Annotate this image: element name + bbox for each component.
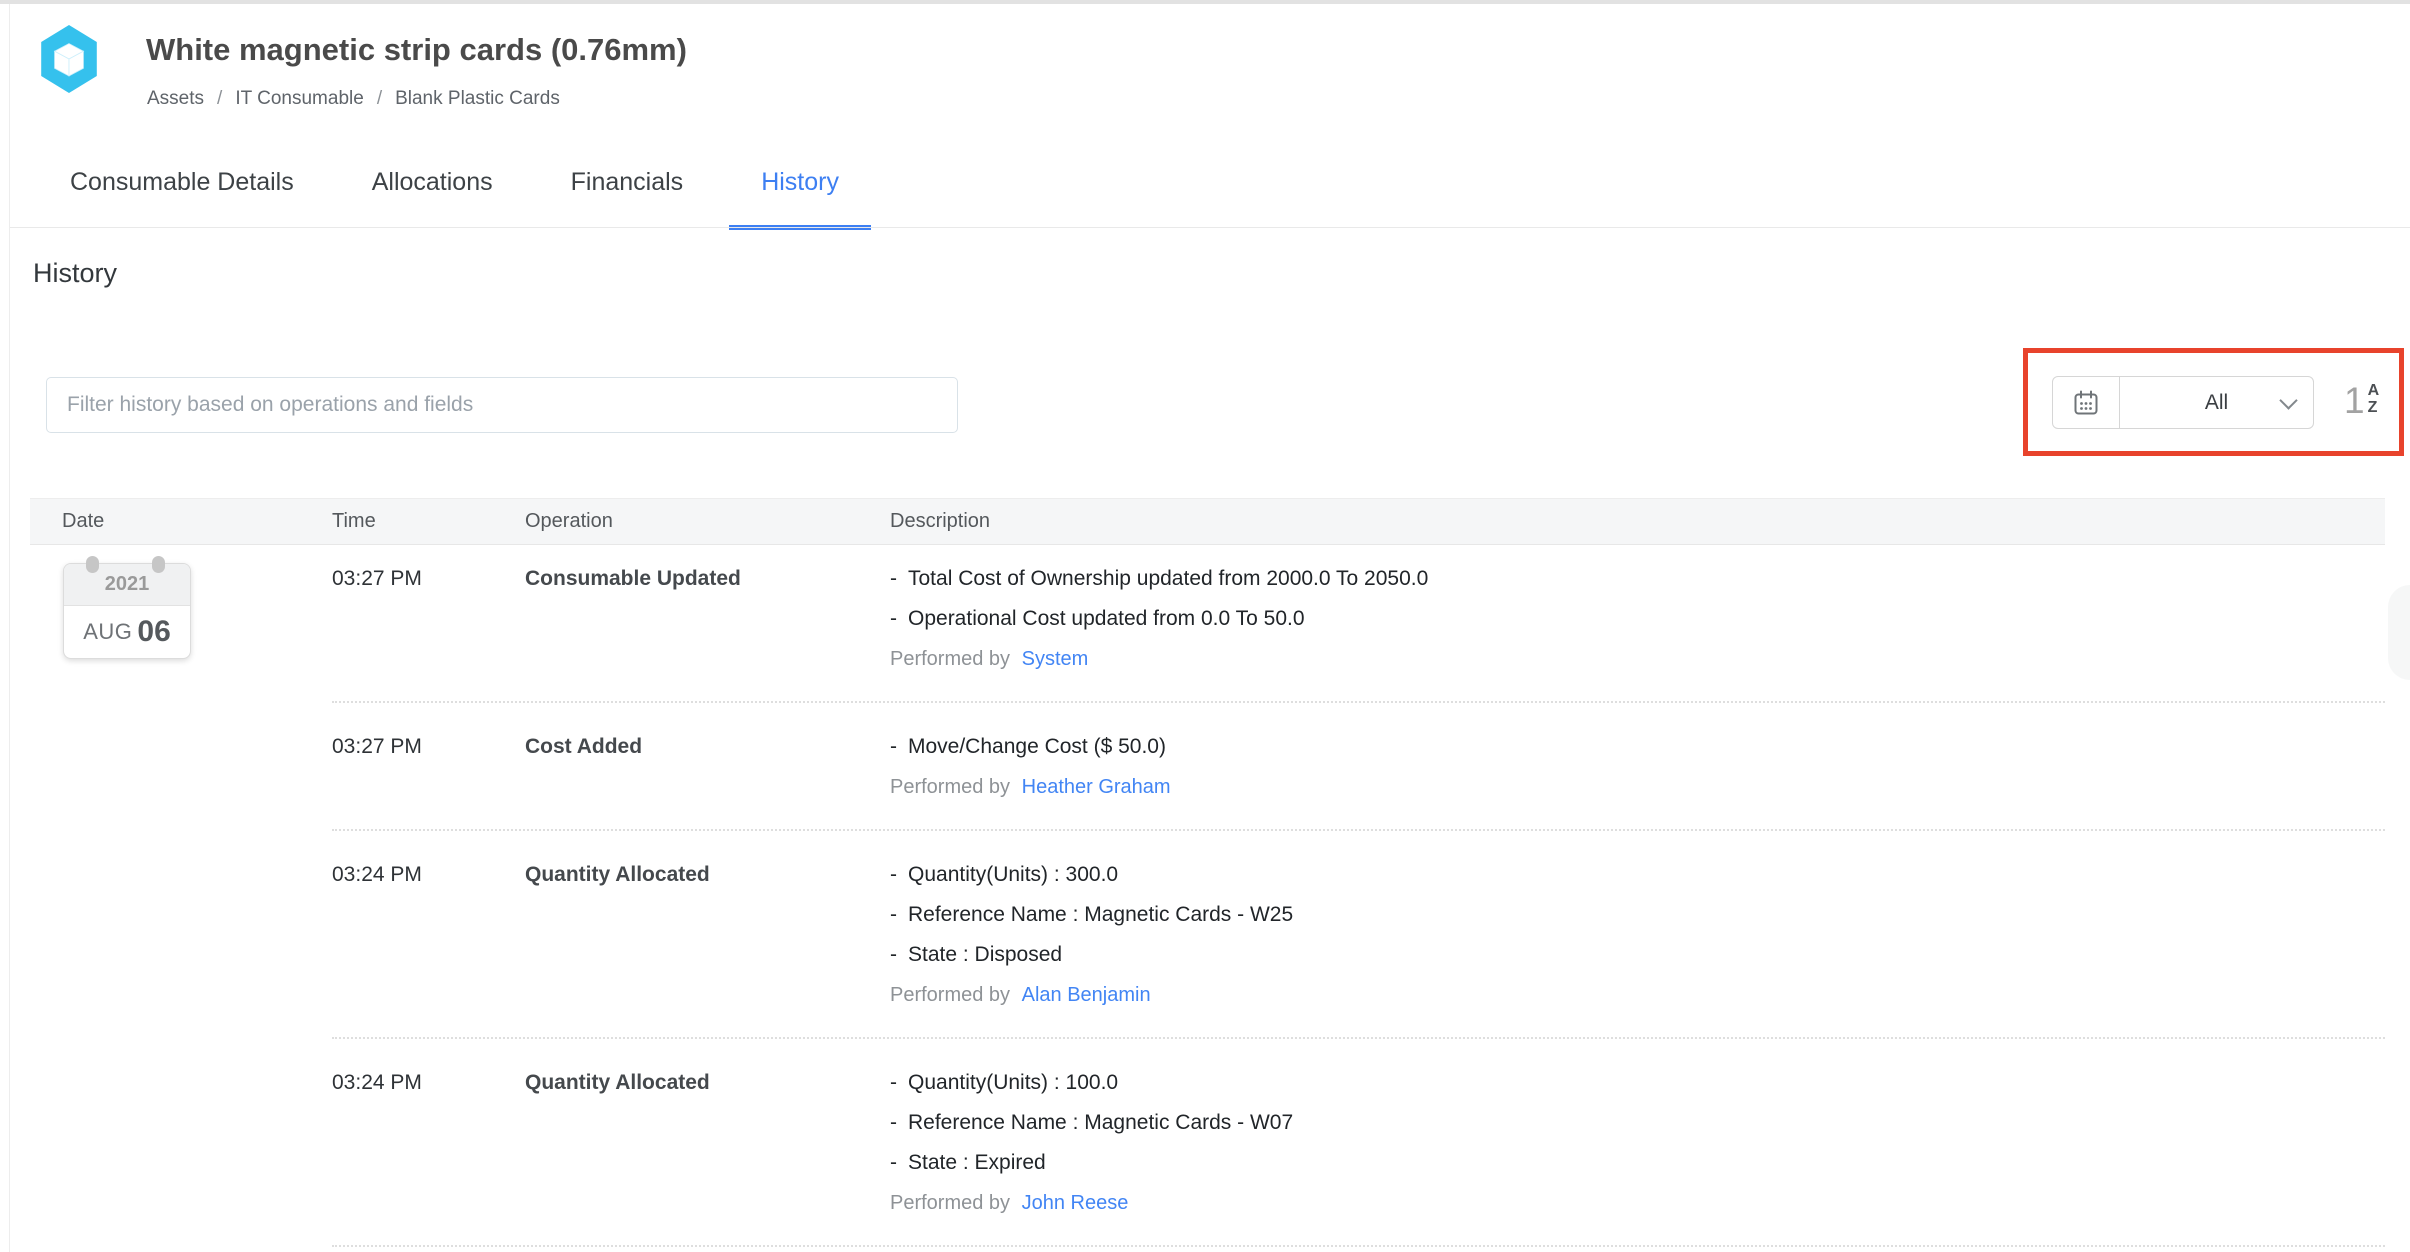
scroll-edge-hint bbox=[2388, 585, 2410, 680]
detail-line: - Move/Change Cost ($ 50.0) bbox=[890, 727, 2385, 767]
row-operation: Quantity Allocated bbox=[525, 855, 890, 1015]
row-operation: Cost Added bbox=[525, 727, 890, 807]
date-range-control: All bbox=[2052, 376, 2314, 429]
sort-az-icon: A Z bbox=[2368, 382, 2380, 416]
history-row: 03:24 PM Quantity Allocated - Quantity(U… bbox=[332, 831, 2385, 1039]
tab-financials[interactable]: Financials bbox=[571, 168, 684, 230]
performed-by-link[interactable]: John Reese bbox=[1022, 1192, 1129, 1214]
bullet: - bbox=[890, 559, 897, 599]
bullet: - bbox=[890, 727, 897, 767]
performed-by-link[interactable]: System bbox=[1022, 648, 1089, 670]
date-card-month-day: AUG 06 bbox=[64, 606, 190, 657]
calendar-button[interactable] bbox=[2053, 377, 2120, 428]
consumable-cube-icon bbox=[38, 24, 100, 94]
bullet: - bbox=[890, 855, 897, 895]
row-operation: Quantity Allocated bbox=[525, 1063, 890, 1223]
bullet: - bbox=[890, 1103, 897, 1143]
breadcrumb-item-it-consumable[interactable]: IT Consumable bbox=[235, 88, 364, 110]
date-card-day: 06 bbox=[137, 615, 170, 649]
breadcrumb-item-blank-plastic-cards[interactable]: Blank Plastic Cards bbox=[395, 88, 560, 110]
column-header-time: Time bbox=[332, 510, 525, 533]
performed-by-link[interactable]: Heather Graham bbox=[1022, 776, 1171, 798]
breadcrumb-separator: / bbox=[377, 88, 382, 110]
calendar-icon bbox=[2072, 389, 2100, 417]
history-row: 03:27 PM Cost Added - Move/Change Cost (… bbox=[332, 703, 2385, 831]
date-card-year: 2021 bbox=[64, 564, 190, 606]
performed-by: Performed by John Reese bbox=[890, 1183, 2385, 1223]
detail-line: - Operational Cost updated from 0.0 To 5… bbox=[890, 599, 2385, 639]
detail-line: - Reference Name : Magnetic Cards - W25 bbox=[890, 895, 2385, 935]
column-header-description: Description bbox=[890, 510, 2385, 533]
history-table: Date Time Operation Description 2021 AUG… bbox=[30, 498, 2385, 1247]
window-top-border bbox=[0, 0, 2410, 4]
bullet: - bbox=[890, 895, 897, 935]
tab-allocations[interactable]: Allocations bbox=[372, 168, 493, 230]
page-title: White magnetic strip cards (0.76mm) bbox=[146, 32, 687, 68]
chevron-down-icon bbox=[2279, 391, 2297, 409]
operation-filter-dropdown[interactable]: All bbox=[2120, 377, 2313, 428]
detail-line: - Quantity(Units) : 300.0 bbox=[890, 855, 2385, 895]
tab-bar-divider bbox=[10, 227, 2410, 228]
panel-left-border bbox=[9, 4, 10, 1252]
history-rows: 03:27 PM Consumable Updated - Total Cost… bbox=[332, 545, 2385, 1247]
tab-history[interactable]: History bbox=[761, 168, 839, 230]
breadcrumb-separator: / bbox=[217, 88, 222, 110]
detail-line: - Reference Name : Magnetic Cards - W07 bbox=[890, 1103, 2385, 1143]
calendar-pin-icon bbox=[152, 556, 165, 573]
table-body: 2021 AUG 06 03:27 PM Consumable Updated … bbox=[30, 545, 2385, 1247]
row-operation: Consumable Updated bbox=[525, 559, 890, 679]
highlight-annotation-box: All 1 A Z bbox=[2023, 348, 2404, 456]
row-time: 03:27 PM bbox=[332, 559, 525, 679]
detail-line: - Quantity(Units) : 100.0 bbox=[890, 1063, 2385, 1103]
breadcrumb: Assets / IT Consumable / Blank Plastic C… bbox=[147, 88, 560, 110]
performed-by: Performed by Alan Benjamin bbox=[890, 975, 2385, 1015]
performed-by-link[interactable]: Alan Benjamin bbox=[1022, 984, 1151, 1006]
row-description: - Quantity(Units) : 300.0 - Reference Na… bbox=[890, 855, 2385, 1015]
bullet: - bbox=[890, 1063, 897, 1103]
sort-numeric-alpha-icon: 1 bbox=[2344, 379, 2365, 423]
table-header-row: Date Time Operation Description bbox=[30, 498, 2385, 545]
row-description: - Quantity(Units) : 100.0 - Reference Na… bbox=[890, 1063, 2385, 1223]
history-row: 03:24 PM Quantity Allocated - Quantity(U… bbox=[332, 1039, 2385, 1247]
tab-consumable-details[interactable]: Consumable Details bbox=[70, 168, 294, 230]
bullet: - bbox=[890, 935, 897, 975]
row-time: 03:24 PM bbox=[332, 855, 525, 1015]
section-title-history: History bbox=[33, 258, 117, 289]
date-card: 2021 AUG 06 bbox=[63, 563, 191, 659]
column-header-date: Date bbox=[30, 510, 332, 533]
date-group-column: 2021 AUG 06 bbox=[30, 545, 332, 1247]
detail-line: - State : Expired bbox=[890, 1143, 2385, 1183]
sort-button[interactable]: 1 A Z bbox=[2344, 379, 2379, 423]
breadcrumb-item-assets[interactable]: Assets bbox=[147, 88, 204, 110]
performed-by: Performed by System bbox=[890, 639, 2385, 679]
bullet: - bbox=[890, 599, 897, 639]
column-header-operation: Operation bbox=[525, 510, 890, 533]
bullet: - bbox=[890, 1143, 897, 1183]
row-time: 03:24 PM bbox=[332, 1063, 525, 1223]
operation-filter-value: All bbox=[2205, 391, 2228, 415]
tab-bar: Consumable Details Allocations Financial… bbox=[70, 168, 839, 230]
calendar-pin-icon bbox=[86, 556, 99, 573]
history-filter-input[interactable] bbox=[46, 377, 958, 433]
row-description: - Move/Change Cost ($ 50.0) Performed by… bbox=[890, 727, 2385, 807]
detail-line: - State : Disposed bbox=[890, 935, 2385, 975]
date-card-month: AUG bbox=[83, 619, 132, 645]
history-page: White magnetic strip cards (0.76mm) Asse… bbox=[0, 0, 2410, 1252]
performed-by: Performed by Heather Graham bbox=[890, 767, 2385, 807]
history-row: 03:27 PM Consumable Updated - Total Cost… bbox=[332, 545, 2385, 703]
detail-line: - Total Cost of Ownership updated from 2… bbox=[890, 559, 2385, 599]
row-time: 03:27 PM bbox=[332, 727, 525, 807]
row-description: - Total Cost of Ownership updated from 2… bbox=[890, 559, 2385, 679]
